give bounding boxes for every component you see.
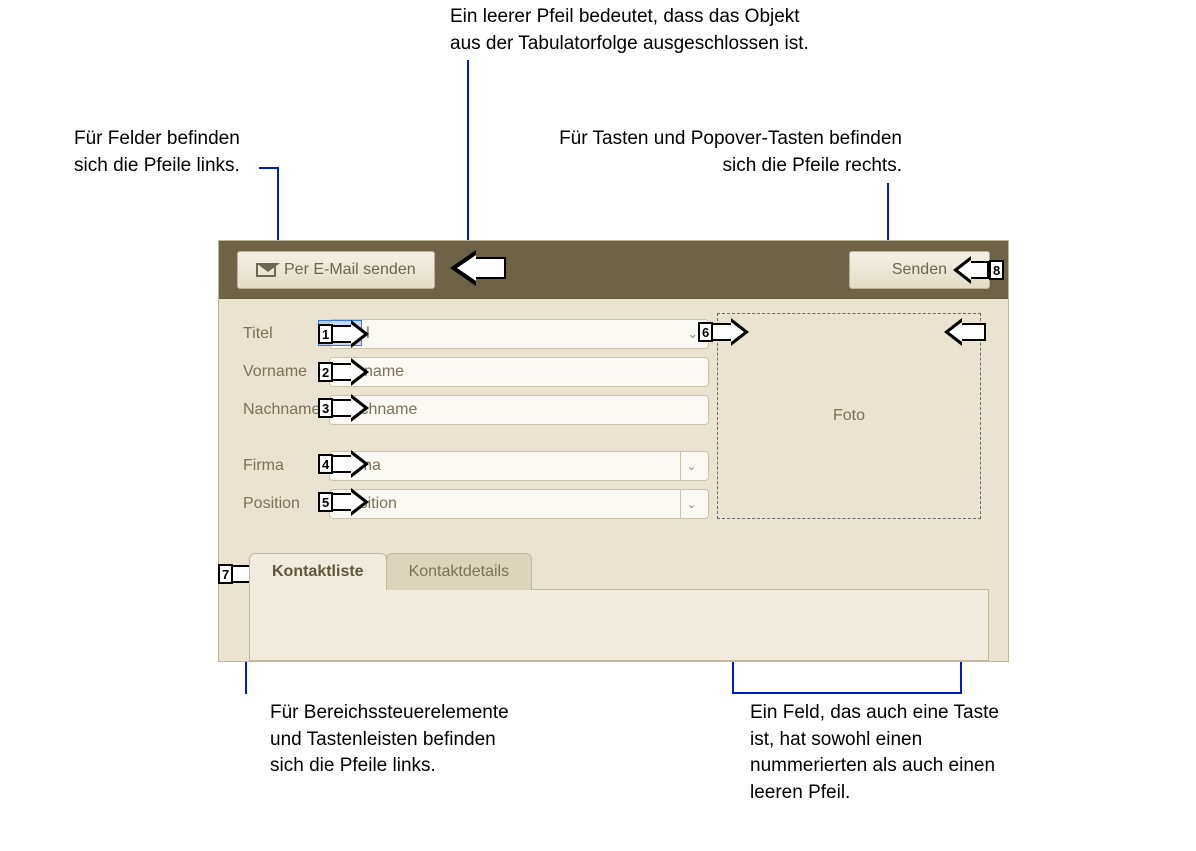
callout-panels-left: Für Bereichssteuerelementeund Tastenleis… [270,700,590,780]
tab-order-arrow-1: 1 [318,320,369,348]
field-titel[interactable]: Titel ⌄ [329,319,709,349]
pointer-line [467,60,469,268]
tab-order-number: 6 [698,322,713,342]
field-firma[interactable]: Firma ⌄ [329,451,709,481]
tab-order-number: 7 [218,564,233,584]
email-button[interactable]: Per E-Mail senden [237,251,435,289]
field-label: Position [239,495,329,513]
tab-order-number: 2 [318,362,333,382]
callout-field-button: Ein Feld, das auch eine Tasteist, hat so… [750,700,1080,806]
field-label: Titel [239,325,329,343]
tab-order-arrow-empty [450,250,506,286]
chevron-down-icon: ⌄ [687,326,698,342]
tab-order-arrow-3: 3 [318,394,369,422]
tab-order-arrow-4: 4 [318,450,369,478]
callout-empty-arrow: Ein leerer Pfeil bedeutet, dass das Obje… [450,4,950,57]
field-vorname[interactable]: Vorname [329,357,709,387]
photo-container[interactable]: Foto [717,313,981,519]
tab-order-arrow-2: 2 [318,358,369,386]
pointer-line [259,167,279,169]
mail-icon [256,263,276,277]
field-nachname[interactable]: Nachname [329,395,709,425]
photo-label: Foto [833,407,865,425]
tab-kontaktliste[interactable]: Kontaktliste [249,553,387,590]
tab-panel [249,589,989,661]
callout-buttons-right: Für Tasten und Popover-Tasten befindensi… [442,126,902,179]
tab-order-arrow-empty-foto [944,318,986,346]
tab-order-number: 4 [318,454,333,474]
tab-order-arrow-5: 5 [318,488,369,516]
tab-kontaktdetails[interactable]: Kontaktdetails [386,553,533,590]
tab-order-number: 8 [989,260,1004,280]
tab-order-arrow-6: 6 [698,318,749,346]
field-label: Firma [239,457,329,475]
field-label: Nachname [239,401,329,419]
chevron-down-icon[interactable]: ⌄ [680,452,702,480]
tab-order-arrow-8: 8 [953,256,1004,284]
chevron-down-icon[interactable]: ⌄ [680,490,702,518]
send-button-label: Senden [892,261,947,279]
email-button-label: Per E-Mail senden [284,261,416,279]
tab-order-number: 3 [318,398,333,418]
toolbar: Per E-Mail senden Senden [219,241,1008,299]
pointer-line [732,692,962,694]
field-label: Vorname [239,363,329,381]
tab-order-number: 1 [318,324,333,344]
callout-fields-left: Für Felder befindensich die Pfeile links… [74,126,304,179]
field-position[interactable]: Position ⌄ [329,489,709,519]
tab-order-number: 5 [318,492,333,512]
tab-bar: Kontaktliste Kontaktdetails [249,553,989,590]
